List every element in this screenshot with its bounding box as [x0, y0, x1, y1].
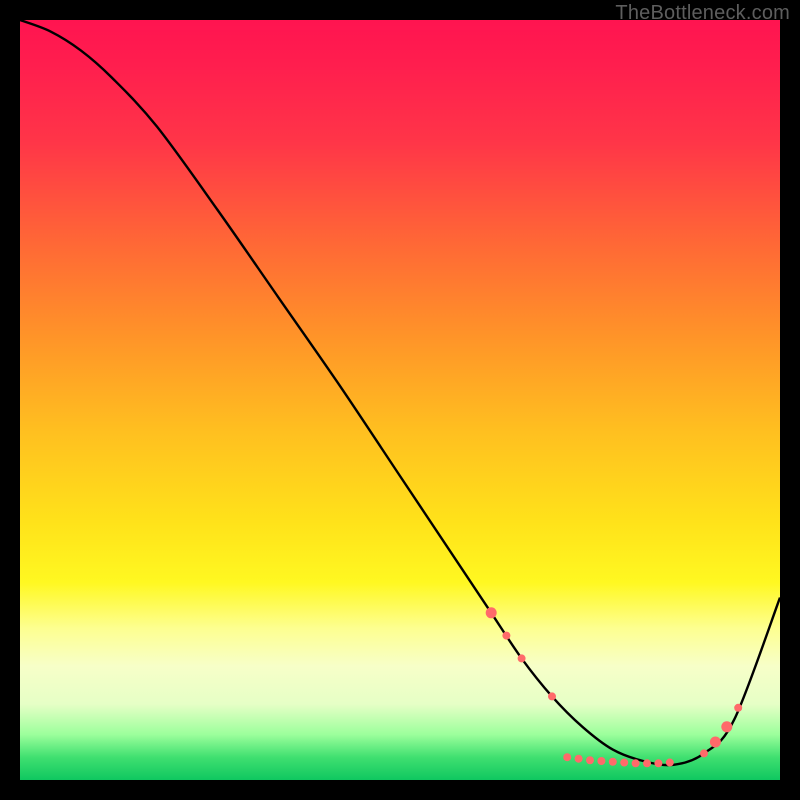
marker-point	[632, 759, 640, 767]
marker-point	[586, 756, 594, 764]
chart-frame: TheBottleneck.com	[0, 0, 800, 800]
marker-point	[548, 692, 556, 700]
marker-point	[643, 759, 651, 767]
marker-point	[700, 749, 708, 757]
marker-point	[666, 759, 674, 767]
marker-point	[597, 757, 605, 765]
plot-area	[20, 20, 780, 780]
marker-point	[654, 759, 662, 767]
watermark-text: TheBottleneck.com	[615, 2, 790, 25]
marker-point	[502, 632, 510, 640]
marker-group	[486, 607, 743, 767]
marker-point	[563, 753, 571, 761]
marker-point	[620, 759, 628, 767]
marker-point	[518, 654, 526, 662]
marker-point	[734, 704, 742, 712]
marker-point	[721, 721, 732, 732]
marker-point	[486, 607, 497, 618]
marker-point	[609, 758, 617, 766]
chart-svg	[20, 20, 780, 780]
marker-point	[575, 755, 583, 763]
marker-point	[710, 737, 721, 748]
curve-line	[20, 20, 780, 765]
